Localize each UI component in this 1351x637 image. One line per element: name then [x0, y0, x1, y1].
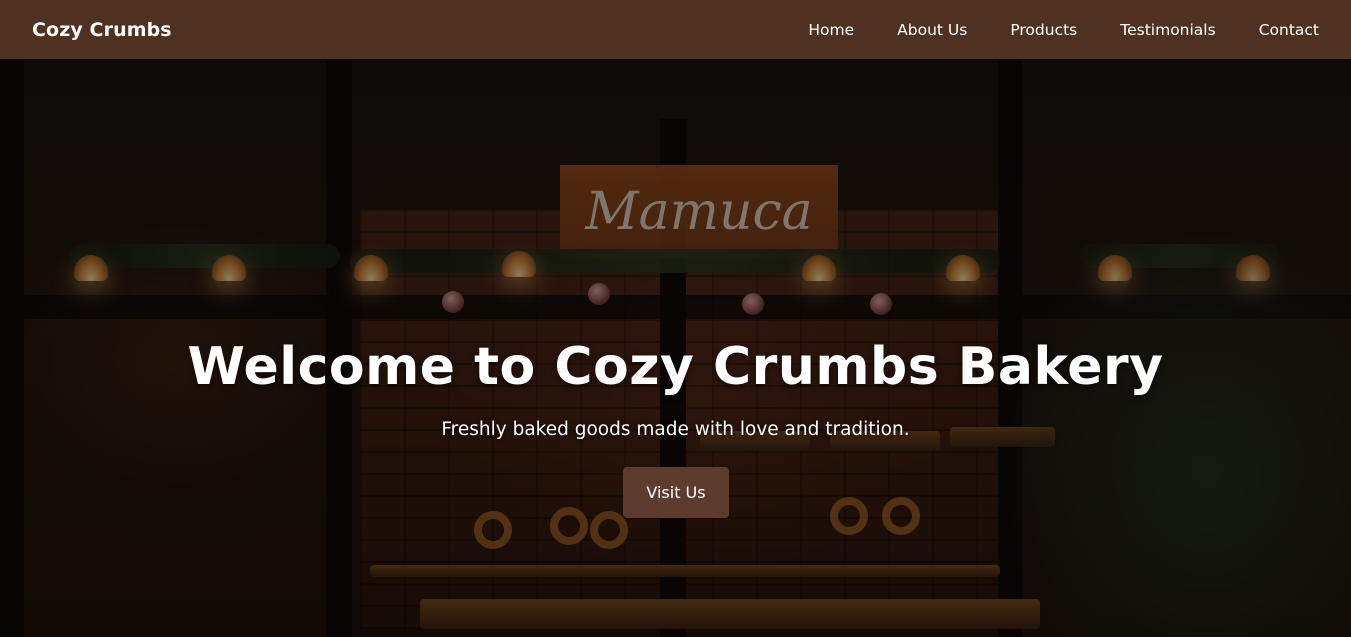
- nav-link-products[interactable]: Products: [1010, 21, 1077, 39]
- hero-title: Welcome to Cozy Crumbs Bakery: [187, 337, 1164, 397]
- visit-us-button[interactable]: Visit Us: [623, 467, 729, 518]
- hero-subtitle: Freshly baked goods made with love and t…: [441, 419, 910, 440]
- navbar: Cozy Crumbs Home About Us Products Testi…: [0, 0, 1351, 59]
- nav-link-contact[interactable]: Contact: [1259, 21, 1319, 39]
- hero-section: Mamuca Welcome to Cozy Crumbs Bakery Fre…: [0, 59, 1351, 637]
- nav-link-home[interactable]: Home: [808, 21, 854, 39]
- nav-link-about-us[interactable]: About Us: [897, 21, 967, 39]
- hero-content: Welcome to Cozy Crumbs Bakery Freshly ba…: [0, 59, 1351, 637]
- nav-links: Home About Us Products Testimonials Cont…: [765, 21, 1319, 39]
- nav-link-testimonials[interactable]: Testimonials: [1120, 21, 1215, 39]
- brand-logo-text[interactable]: Cozy Crumbs: [32, 19, 172, 41]
